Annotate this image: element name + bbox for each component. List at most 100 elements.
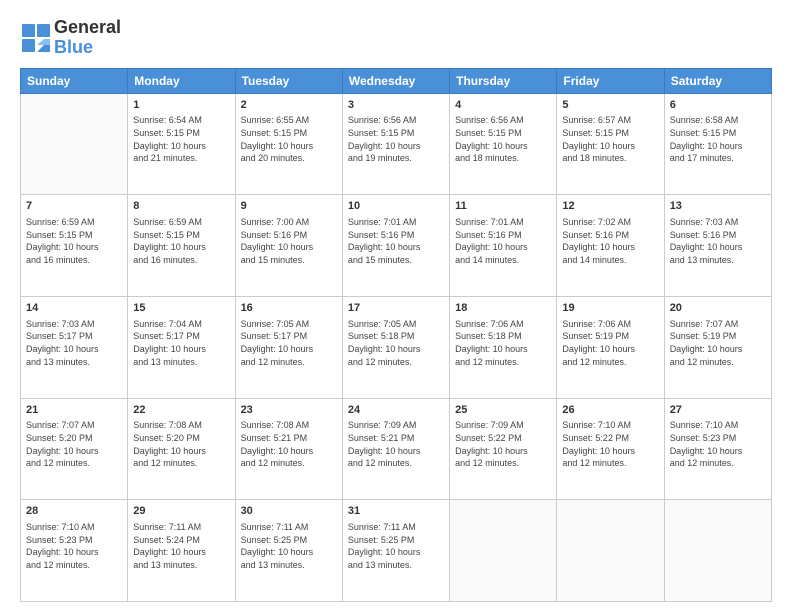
day-info: Sunrise: 7:00 AM Sunset: 5:16 PM Dayligh…	[241, 216, 337, 266]
day-number: 16	[241, 301, 337, 316]
day-number: 29	[133, 504, 229, 519]
calendar-cell: 21Sunrise: 7:07 AM Sunset: 5:20 PM Dayli…	[21, 398, 128, 500]
calendar-cell: 11 Sunrise: 7:01 AM Sunset: 5:16 PM Dayli…	[450, 195, 557, 297]
weekday-header-thursday: Thursday	[450, 68, 557, 93]
weekday-header-saturday: Saturday	[664, 68, 771, 93]
day-number: 20	[670, 301, 766, 316]
header: General Blue	[20, 18, 772, 58]
logo: General Blue	[20, 18, 121, 58]
calendar-cell: 9Sunrise: 7:00 AM Sunset: 5:16 PM Daylig…	[235, 195, 342, 297]
calendar: SundayMondayTuesdayWednesdayThursdayFrid…	[20, 68, 772, 602]
day-info: Sunrise: 7:08 AM Sunset: 5:21 PM Dayligh…	[241, 419, 337, 469]
weekday-header-row: SundayMondayTuesdayWednesdayThursdayFrid…	[21, 68, 772, 93]
day-info: Sunrise: 7:07 AM Sunset: 5:20 PM Dayligh…	[26, 419, 122, 469]
day-number: 3	[348, 98, 444, 113]
day-number: 4	[455, 98, 551, 113]
day-number: 18	[455, 301, 551, 316]
day-info: Sunrise: 7:11 AM Sunset: 5:25 PM Dayligh…	[241, 521, 337, 571]
day-number: 13	[670, 199, 766, 214]
calendar-cell: 10Sunrise: 7:01 AM Sunset: 5:16 PM Dayli…	[342, 195, 449, 297]
day-info: Sunrise: 7:06 AM Sunset: 5:18 PM Dayligh…	[455, 318, 551, 368]
day-info: Sunrise: 6:57 AM Sunset: 5:15 PM Dayligh…	[562, 114, 658, 164]
calendar-cell: 26Sunrise: 7:10 AM Sunset: 5:22 PM Dayli…	[557, 398, 664, 500]
logo-text: General Blue	[54, 18, 121, 58]
day-number: 26	[562, 403, 658, 418]
day-number: 6	[670, 98, 766, 113]
day-number: 5	[562, 98, 658, 113]
calendar-cell	[664, 500, 771, 602]
calendar-cell: 18 Sunrise: 7:06 AM Sunset: 5:18 PM Dayli…	[450, 296, 557, 398]
day-info: Sunrise: 7:10 AM Sunset: 5:23 PM Dayligh…	[26, 521, 122, 571]
day-number: 17	[348, 301, 444, 316]
calendar-cell: 13 Sunrise: 7:03 AM Sunset: 5:16 PM Dayli…	[664, 195, 771, 297]
day-info: Sunrise: 7:03 AM Sunset: 5:16 PM Dayligh…	[670, 216, 766, 266]
day-number: 8	[133, 199, 229, 214]
day-number: 7	[26, 199, 122, 214]
day-number: 30	[241, 504, 337, 519]
day-number: 19	[562, 301, 658, 316]
logo-icon	[22, 24, 50, 52]
week-row-1: 7 Sunrise: 6:59 AM Sunset: 5:15 PM Daylig…	[21, 195, 772, 297]
page: General Blue SundayMondayTuesdayWednesda…	[0, 0, 792, 612]
day-number: 24	[348, 403, 444, 418]
calendar-cell: 24Sunrise: 7:09 AM Sunset: 5:21 PM Dayli…	[342, 398, 449, 500]
day-info: Sunrise: 7:08 AM Sunset: 5:20 PM Dayligh…	[133, 419, 229, 469]
day-number: 14	[26, 301, 122, 316]
weekday-header-sunday: Sunday	[21, 68, 128, 93]
day-info: Sunrise: 6:59 AM Sunset: 5:15 PM Dayligh…	[133, 216, 229, 266]
day-info: Sunrise: 7:04 AM Sunset: 5:17 PM Dayligh…	[133, 318, 229, 368]
calendar-cell: 27Sunrise: 7:10 AM Sunset: 5:23 PM Dayli…	[664, 398, 771, 500]
weekday-header-friday: Friday	[557, 68, 664, 93]
calendar-cell: 2Sunrise: 6:55 AM Sunset: 5:15 PM Daylig…	[235, 93, 342, 195]
day-number: 2	[241, 98, 337, 113]
day-number: 12	[562, 199, 658, 214]
day-info: Sunrise: 7:01 AM Sunset: 5:16 PM Dayligh…	[455, 216, 551, 266]
calendar-cell: 12 Sunrise: 7:02 AM Sunset: 5:16 PM Dayli…	[557, 195, 664, 297]
calendar-cell: 17 Sunrise: 7:05 AM Sunset: 5:18 PM Dayli…	[342, 296, 449, 398]
calendar-cell: 5Sunrise: 6:57 AM Sunset: 5:15 PM Daylig…	[557, 93, 664, 195]
day-info: Sunrise: 7:02 AM Sunset: 5:16 PM Dayligh…	[562, 216, 658, 266]
day-info: Sunrise: 7:09 AM Sunset: 5:21 PM Dayligh…	[348, 419, 444, 469]
day-info: Sunrise: 7:09 AM Sunset: 5:22 PM Dayligh…	[455, 419, 551, 469]
day-number: 23	[241, 403, 337, 418]
calendar-cell: 31Sunrise: 7:11 AM Sunset: 5:25 PM Dayli…	[342, 500, 449, 602]
calendar-cell: 25Sunrise: 7:09 AM Sunset: 5:22 PM Dayli…	[450, 398, 557, 500]
weekday-header-wednesday: Wednesday	[342, 68, 449, 93]
calendar-cell: 15 Sunrise: 7:04 AM Sunset: 5:17 PM Dayli…	[128, 296, 235, 398]
day-info: Sunrise: 7:06 AM Sunset: 5:19 PM Dayligh…	[562, 318, 658, 368]
week-row-3: 21Sunrise: 7:07 AM Sunset: 5:20 PM Dayli…	[21, 398, 772, 500]
day-info: Sunrise: 6:56 AM Sunset: 5:15 PM Dayligh…	[455, 114, 551, 164]
calendar-cell: 4Sunrise: 6:56 AM Sunset: 5:15 PM Daylig…	[450, 93, 557, 195]
calendar-cell: 30 Sunrise: 7:11 AM Sunset: 5:25 PM Dayli…	[235, 500, 342, 602]
day-number: 11	[455, 199, 551, 214]
day-info: Sunrise: 7:01 AM Sunset: 5:16 PM Dayligh…	[348, 216, 444, 266]
day-number: 25	[455, 403, 551, 418]
calendar-cell: 14 Sunrise: 7:03 AM Sunset: 5:17 PM Dayli…	[21, 296, 128, 398]
day-info: Sunrise: 7:07 AM Sunset: 5:19 PM Dayligh…	[670, 318, 766, 368]
day-info: Sunrise: 7:10 AM Sunset: 5:23 PM Dayligh…	[670, 419, 766, 469]
day-number: 15	[133, 301, 229, 316]
calendar-cell: 19 Sunrise: 7:06 AM Sunset: 5:19 PM Dayli…	[557, 296, 664, 398]
day-info: Sunrise: 7:03 AM Sunset: 5:17 PM Dayligh…	[26, 318, 122, 368]
day-info: Sunrise: 7:11 AM Sunset: 5:25 PM Dayligh…	[348, 521, 444, 571]
day-info: Sunrise: 7:11 AM Sunset: 5:24 PM Dayligh…	[133, 521, 229, 571]
calendar-cell	[21, 93, 128, 195]
day-info: Sunrise: 6:54 AM Sunset: 5:15 PM Dayligh…	[133, 114, 229, 164]
calendar-cell	[557, 500, 664, 602]
day-info: Sunrise: 6:56 AM Sunset: 5:15 PM Dayligh…	[348, 114, 444, 164]
day-info: Sunrise: 7:10 AM Sunset: 5:22 PM Dayligh…	[562, 419, 658, 469]
calendar-cell: 29 Sunrise: 7:11 AM Sunset: 5:24 PM Dayli…	[128, 500, 235, 602]
calendar-cell: 20 Sunrise: 7:07 AM Sunset: 5:19 PM Dayli…	[664, 296, 771, 398]
day-number: 21	[26, 403, 122, 418]
calendar-cell: 1Sunrise: 6:54 AM Sunset: 5:15 PM Daylig…	[128, 93, 235, 195]
day-number: 27	[670, 403, 766, 418]
day-number: 22	[133, 403, 229, 418]
day-number: 28	[26, 504, 122, 519]
day-info: Sunrise: 7:05 AM Sunset: 5:17 PM Dayligh…	[241, 318, 337, 368]
calendar-cell: 3Sunrise: 6:56 AM Sunset: 5:15 PM Daylig…	[342, 93, 449, 195]
calendar-cell: 22Sunrise: 7:08 AM Sunset: 5:20 PM Dayli…	[128, 398, 235, 500]
day-info: Sunrise: 7:05 AM Sunset: 5:18 PM Dayligh…	[348, 318, 444, 368]
week-row-2: 14 Sunrise: 7:03 AM Sunset: 5:17 PM Dayli…	[21, 296, 772, 398]
calendar-cell: 23Sunrise: 7:08 AM Sunset: 5:21 PM Dayli…	[235, 398, 342, 500]
day-info: Sunrise: 6:59 AM Sunset: 5:15 PM Dayligh…	[26, 216, 122, 266]
